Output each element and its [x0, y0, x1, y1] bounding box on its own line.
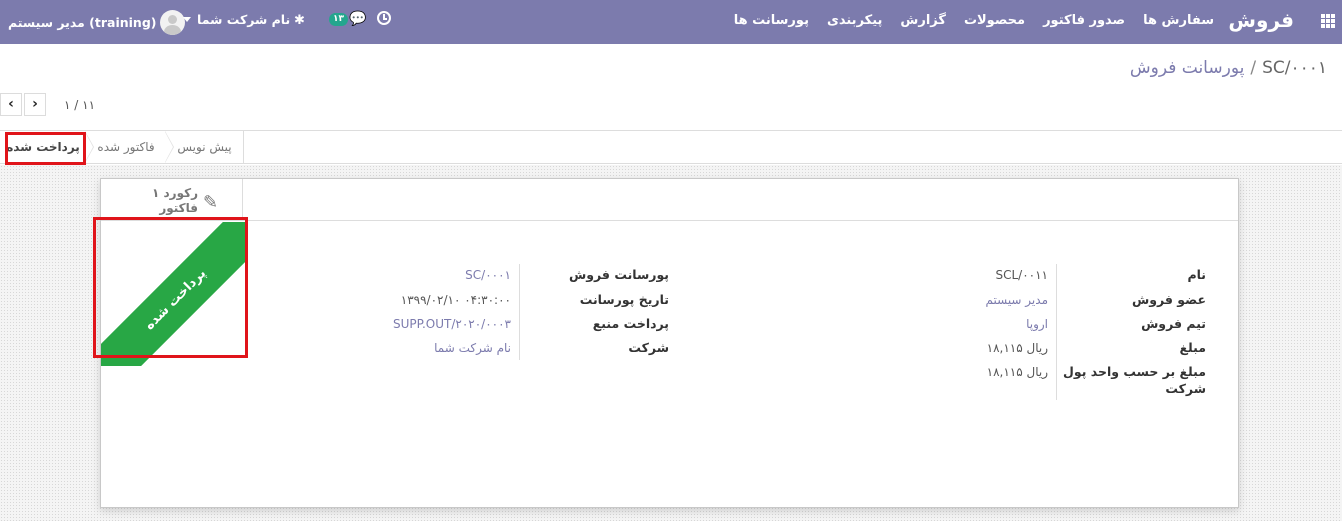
- field-amount-label: مبلغ: [1179, 340, 1206, 355]
- stat-button-text: فاکتور: [159, 201, 198, 215]
- menu-item-commissions[interactable]: پورسانت ها: [734, 13, 809, 28]
- field-amount-company-currency-label: مبلغ بر حسب واحد پول: [1063, 364, 1206, 379]
- status-area: پرداخت شده فاکتور شده پیش نویس: [0, 130, 1342, 164]
- avatar: [160, 9, 186, 35]
- edit-icon: ✎: [203, 192, 219, 213]
- field-name-value: SCL/۰۰۱۱: [995, 268, 1048, 282]
- field-salesperson-value[interactable]: مدیر سیستم: [986, 293, 1049, 307]
- apps-icon[interactable]: [1321, 14, 1335, 28]
- company-name: نام شرکت شما: [197, 12, 291, 27]
- field-payment-source-value[interactable]: SUPP.OUT/۲۰۲۰/۰۰۰۳: [393, 317, 511, 331]
- field-company-value[interactable]: نام شرکت شما: [434, 341, 511, 355]
- field-sales-team-value[interactable]: اروپا: [1026, 317, 1048, 331]
- pager-counter: ۱ / ۱۱: [64, 98, 96, 112]
- user-menu[interactable]: مدیر سیستم (training): [8, 7, 186, 37]
- breadcrumb-separator: /: [1250, 58, 1257, 78]
- group-divider: [1056, 264, 1057, 400]
- field-name-label: نام: [1187, 267, 1206, 282]
- pager-previous-button[interactable]: ‹: [0, 93, 22, 116]
- field-commission-value[interactable]: SC/۰۰۰۱: [465, 268, 511, 282]
- field-payment-source-label: پرداخت منبع: [592, 316, 669, 331]
- highlight-box-status: [5, 132, 86, 165]
- menu-item-products[interactable]: محصولات: [964, 13, 1025, 28]
- chat-icon: 💬: [349, 11, 367, 27]
- field-amount-value: ۱۸,۱۱۵ ریال: [986, 341, 1048, 355]
- field-amount-company-currency-value: ۱۸,۱۱۵ ریال: [986, 365, 1048, 379]
- main-menu: سفارش ها صدور فاکتور محصولات گزارش پیکرب…: [734, 13, 1214, 28]
- invoice-stat-button[interactable]: ✎ ۱ رکورد فاکتور: [101, 179, 243, 221]
- user-name: مدیر سیستم (training): [8, 14, 157, 30]
- field-salesperson-label: عضو فروش: [1131, 292, 1206, 307]
- field-company-label: شرکت: [628, 340, 669, 355]
- menu-item-configuration[interactable]: پیکربندی: [827, 13, 882, 28]
- clock-icon[interactable]: [377, 11, 391, 25]
- field-commission-date-label: تاریخ پورسانت: [579, 292, 669, 307]
- company-switcher[interactable]: نام شرکت شما: [183, 12, 290, 27]
- field-sales-team-label: تیم فروش: [1141, 316, 1206, 331]
- stat-button-value: ۱ رکورد: [152, 186, 198, 200]
- status-step-draft[interactable]: پیش نویس: [165, 131, 244, 163]
- menu-item-orders[interactable]: سفارش ها: [1143, 13, 1214, 28]
- form-sheet: ✎ ۱ رکورد فاکتور پرداخت شده: [100, 178, 1239, 508]
- app-brand[interactable]: فروش: [1228, 8, 1294, 32]
- breadcrumb-current: SC/۰۰۰۱: [1262, 58, 1327, 78]
- breadcrumb: پورسانت فروش / SC/۰۰۰۱: [1130, 58, 1327, 78]
- pager-next-button[interactable]: ›: [24, 93, 46, 116]
- highlight-box-ribbon: [93, 217, 248, 358]
- menu-item-invoicing[interactable]: صدور فاکتور: [1043, 13, 1125, 28]
- field-commission-label: پورسانت فروش: [569, 267, 669, 282]
- bug-icon[interactable]: ✱: [294, 13, 305, 28]
- caret-down-icon: [183, 17, 191, 22]
- field-commission-date-value: ۱۳۹۹/۰۲/۱۰ ۰۴:۳۰:۰۰: [400, 293, 511, 307]
- messaging-menu[interactable]: ۱۳ 💬: [329, 11, 366, 27]
- group-divider: [519, 264, 520, 360]
- status-step-invoiced[interactable]: فاکتور شده: [85, 131, 166, 163]
- top-navbar: فروش سفارش ها صدور فاکتور محصولات گزارش …: [0, 0, 1342, 44]
- breadcrumb-parent[interactable]: پورسانت فروش: [1130, 58, 1244, 78]
- field-amount-company-currency-label-line2: شرکت: [1165, 381, 1206, 396]
- messages-badge: ۱۳: [329, 12, 348, 26]
- button-box: ✎ ۱ رکورد فاکتور: [101, 179, 1238, 221]
- menu-item-reporting[interactable]: گزارش: [900, 13, 946, 28]
